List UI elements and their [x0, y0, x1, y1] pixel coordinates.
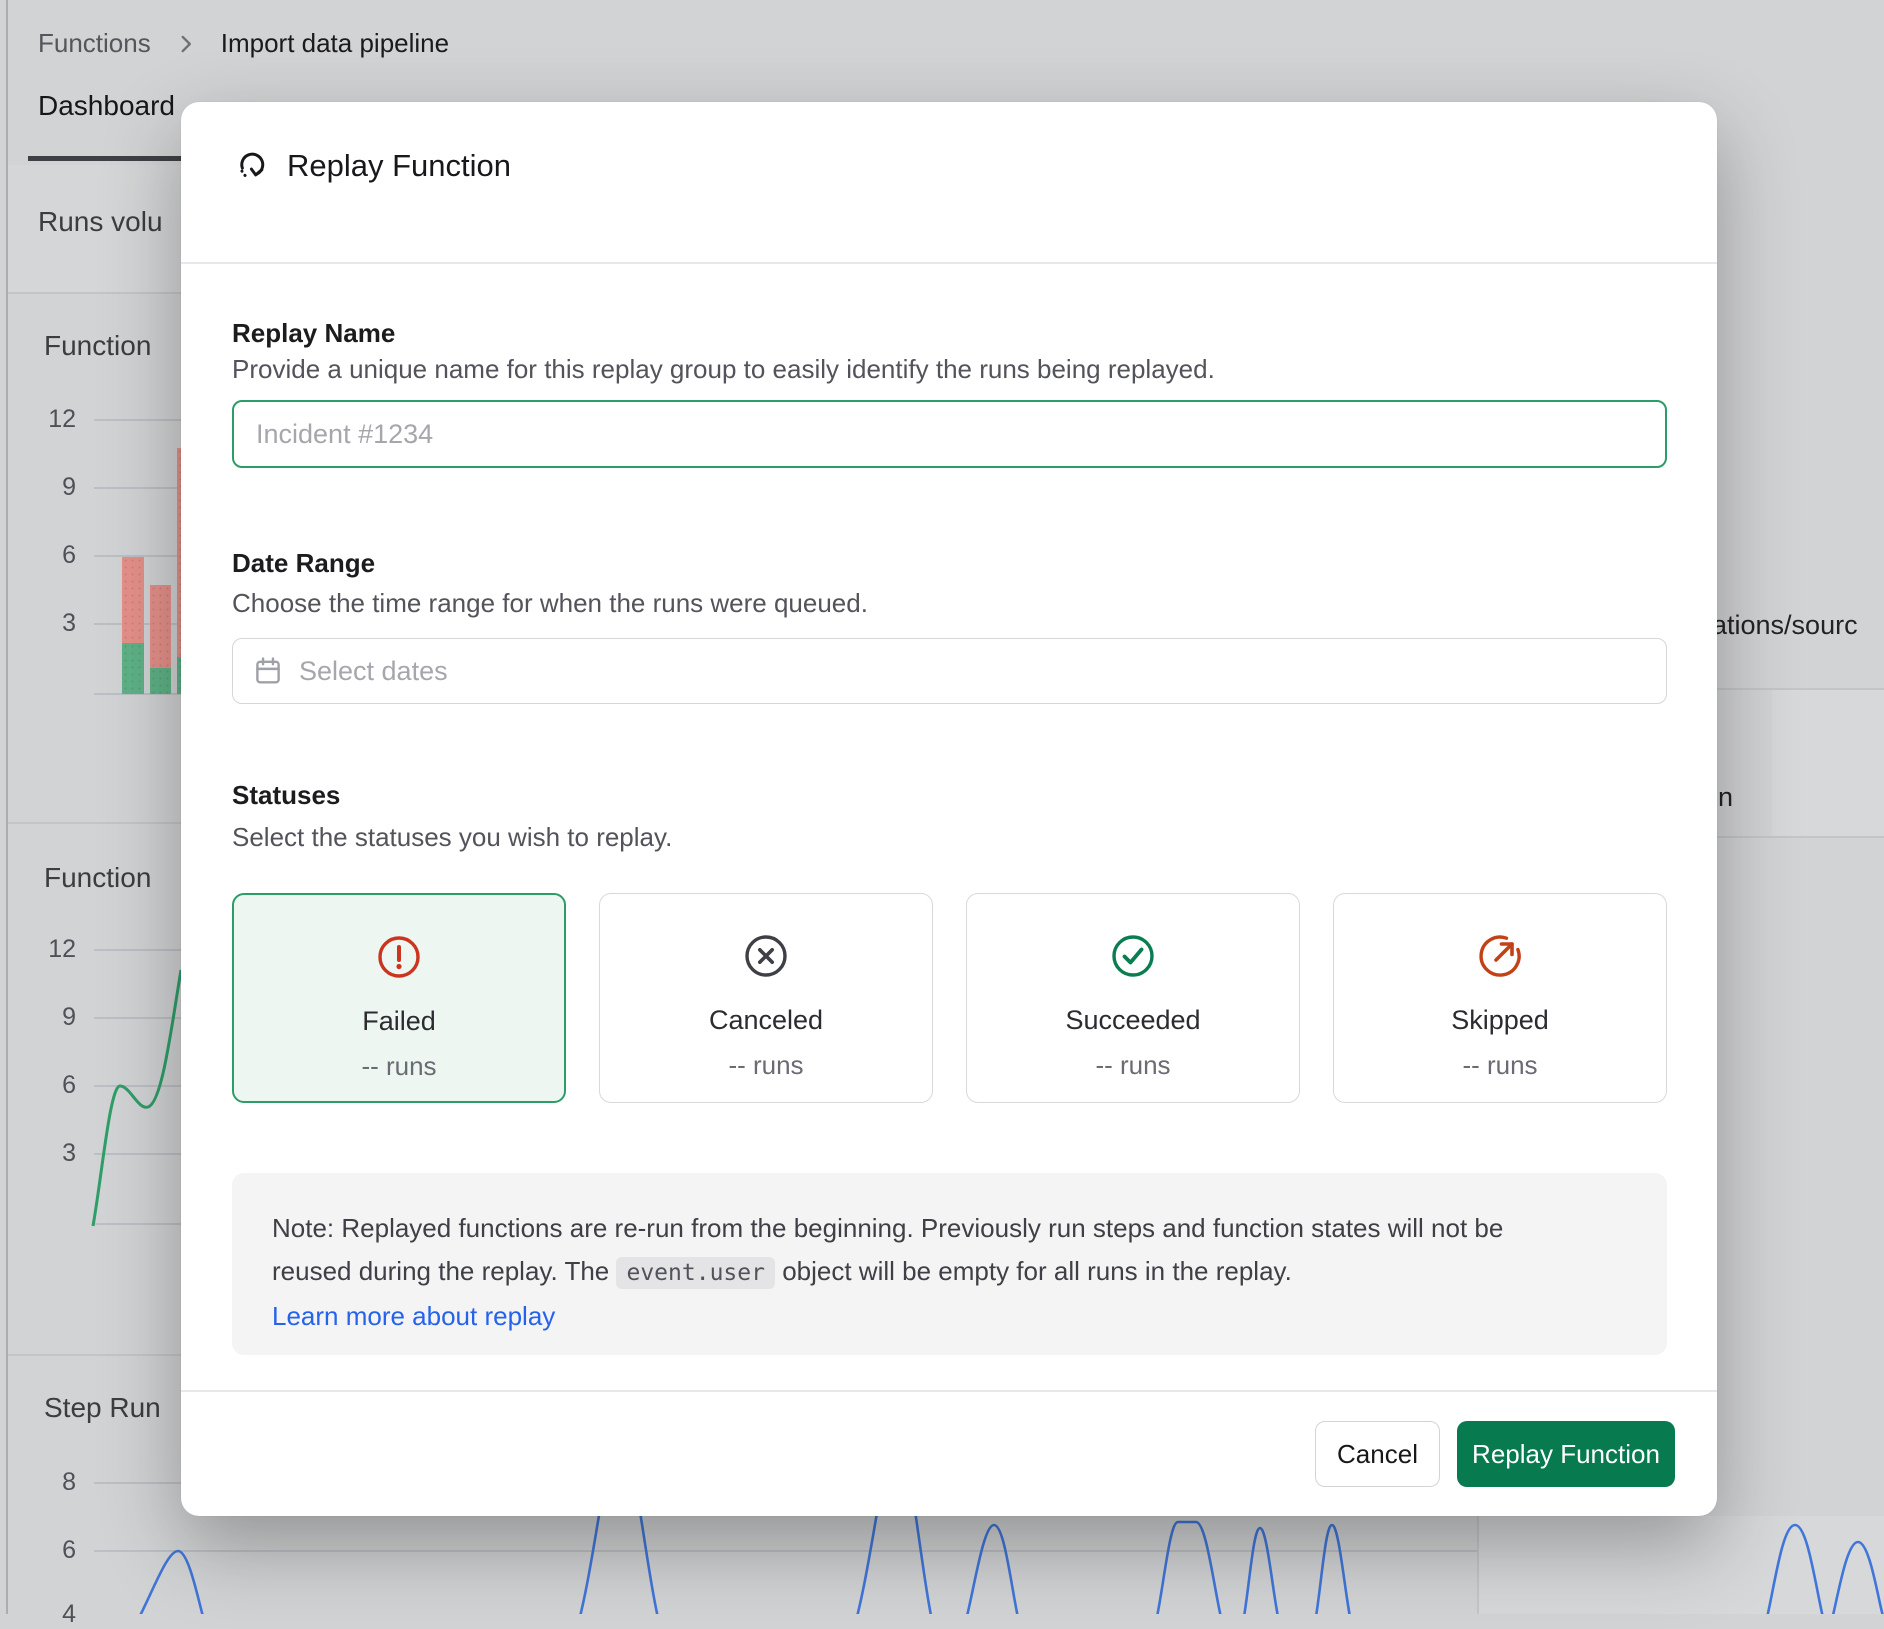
- panel-divider: [8, 292, 181, 294]
- replay-name-input[interactable]: [232, 400, 1667, 468]
- status-card-name: Canceled: [709, 1005, 823, 1036]
- right-panel-text: ations/sourc: [1712, 610, 1858, 641]
- y-tick: 6: [40, 1071, 76, 1100]
- status-card-name: Succeeded: [1065, 1005, 1200, 1036]
- bar-failed-segment: [150, 585, 171, 668]
- status-card-count: -- runs: [361, 1051, 436, 1082]
- status-card-count: -- runs: [1095, 1050, 1170, 1081]
- statuses-description: Select the statuses you wish to replay.: [232, 822, 672, 853]
- green-line-chart: [90, 960, 181, 1230]
- status-card-failed[interactable]: Failed -- runs: [232, 893, 566, 1103]
- y-tick: 9: [40, 1003, 76, 1032]
- learn-more-link[interactable]: Learn more about replay: [272, 1295, 1627, 1338]
- bar-succeeded-segment: [150, 668, 171, 694]
- status-card-count: -- runs: [728, 1050, 803, 1081]
- runs-volume-title: Runs volu: [38, 206, 163, 238]
- y-tick: 3: [40, 1139, 76, 1168]
- breadcrumb: Functions Import data pipeline: [38, 28, 449, 59]
- bar-failed-segment: [122, 557, 144, 643]
- replay-name-description: Provide a unique name for this replay gr…: [232, 354, 1215, 385]
- date-range-description: Choose the time range for when the runs …: [232, 588, 868, 619]
- tab-active-underline: [28, 156, 181, 161]
- right-panel-divider: [1717, 836, 1884, 838]
- date-range-input[interactable]: [232, 638, 1667, 704]
- replay-note: Note: Replayed functions are re-run from…: [232, 1173, 1667, 1355]
- gridline: [94, 949, 181, 951]
- breadcrumb-current-page: Import data pipeline: [221, 28, 449, 59]
- check-circle-icon: [1109, 932, 1157, 985]
- modal-footer-divider: [181, 1390, 1717, 1392]
- bar-succeeded-segment: [122, 643, 144, 694]
- note-line2-before: reused during the replay. The: [272, 1256, 616, 1286]
- y-tick: 12: [40, 935, 76, 964]
- y-tick: 6: [40, 541, 76, 570]
- right-panel-text-fragment: n: [1718, 782, 1733, 813]
- status-card-name: Skipped: [1451, 1005, 1549, 1036]
- modal-header-divider: [181, 262, 1717, 264]
- right-panel-block: [1772, 690, 1884, 836]
- note-line2: reused during the replay. The event.user…: [272, 1250, 1627, 1295]
- replay-icon: [235, 148, 269, 187]
- cancel-button[interactable]: Cancel: [1315, 1421, 1440, 1487]
- code-chip: event.user: [616, 1257, 774, 1289]
- gridline: [94, 487, 181, 489]
- status-cards-row: Failed -- runs Canceled -- runs Succeede…: [181, 893, 1717, 1103]
- panel-divider: [8, 822, 181, 824]
- status-card-succeeded[interactable]: Succeeded -- runs: [966, 893, 1300, 1103]
- replay-name-label: Replay Name: [232, 318, 395, 349]
- y-tick: 9: [40, 473, 76, 502]
- chevron-right-icon: [173, 31, 199, 57]
- alert-circle-icon: [375, 933, 423, 986]
- status-card-name: Failed: [362, 1006, 436, 1037]
- breadcrumb-functions[interactable]: Functions: [38, 28, 151, 59]
- status-card-count: -- runs: [1462, 1050, 1537, 1081]
- replay-function-button[interactable]: Replay Function: [1457, 1421, 1675, 1487]
- gridline: [94, 419, 181, 421]
- function-chart2-title: Function: [44, 862, 151, 894]
- note-line2-after: object will be empty for all runs in the…: [775, 1256, 1292, 1286]
- panel-divider: [8, 1354, 181, 1356]
- note-line1: Note: Replayed functions are re-run from…: [272, 1207, 1627, 1250]
- y-tick: 12: [40, 405, 76, 434]
- status-card-canceled[interactable]: Canceled -- runs: [599, 893, 933, 1103]
- y-tick: 3: [40, 609, 76, 638]
- date-range-label: Date Range: [232, 548, 375, 579]
- replay-function-modal: Replay Function Replay Name Provide a un…: [181, 102, 1717, 1516]
- tab-dashboard[interactable]: Dashboard: [38, 90, 175, 122]
- status-card-skipped[interactable]: Skipped -- runs: [1333, 893, 1667, 1103]
- statuses-label: Statuses: [232, 780, 340, 811]
- modal-title: Replay Function: [287, 148, 511, 184]
- skip-circle-arrow-icon: [1476, 932, 1524, 985]
- x-circle-icon: [742, 932, 790, 985]
- function-chart1-title: Function: [44, 330, 151, 362]
